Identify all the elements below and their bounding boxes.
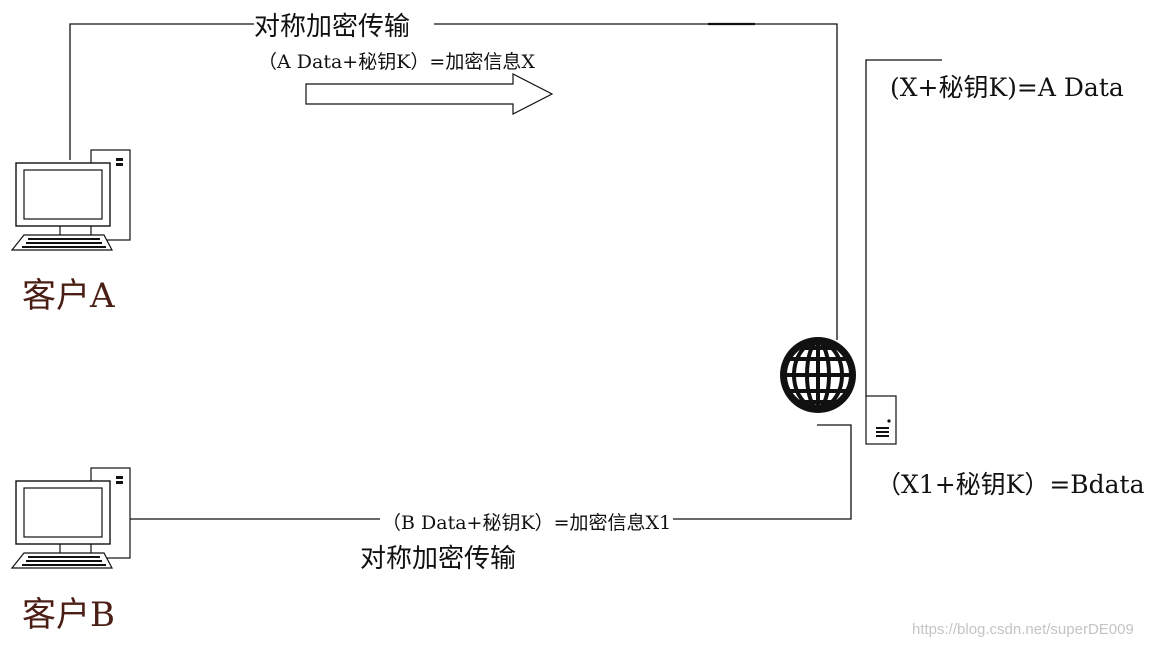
bottom-channel-title: 对称加密传输 — [360, 544, 517, 574]
watermark: https://blog.csdn.net/superDE009 — [912, 621, 1134, 638]
client-a-label: 客户A — [22, 276, 115, 316]
client-a-computer-icon — [10, 149, 131, 251]
direction-arrow — [305, 73, 554, 115]
top-channel-title: 对称加密传输 — [254, 12, 411, 42]
server-decrypt-a: (X+秘钥K)=A Data — [890, 73, 1124, 102]
client-b-label: 客户B — [22, 595, 115, 635]
bottom-channel-formula: （B Data+秘钥K）=加密信息X1 — [380, 508, 674, 535]
server-icon — [865, 395, 897, 445]
client-b-computer-icon — [10, 467, 131, 569]
server-decrypt-b: （X1+秘钥K）=Bdata — [876, 470, 1145, 499]
globe-icon — [780, 337, 856, 413]
diagram-canvas: 对称加密传输 （A Data+秘钥K）=加密信息X 客户A (X+秘钥K)=A … — [0, 0, 1154, 648]
server-right-connector — [865, 59, 942, 396]
top-connector — [69, 23, 254, 160]
top-channel-formula: （A Data+秘钥K）=加密信息X — [258, 51, 535, 73]
bottom-connector — [130, 424, 852, 520]
